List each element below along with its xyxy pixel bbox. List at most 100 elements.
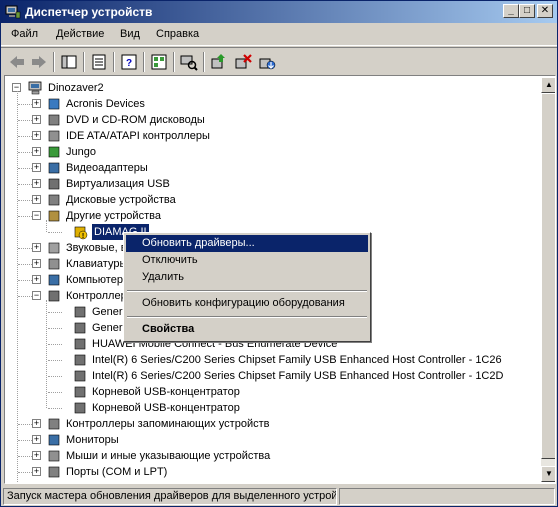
expand-icon[interactable]: + [32, 275, 41, 284]
tree-category-item[interactable]: + IDE ATA/ATAPI контроллеры [6, 128, 536, 144]
tree-category-item[interactable]: + DVD и CD-ROM дисководы [6, 112, 536, 128]
tree-child-item[interactable]: Корневой USB-концентратор [6, 384, 536, 400]
vertical-scrollbar[interactable]: ▲ ▼ [541, 77, 555, 482]
tree-item-label: Дисковые устройства [66, 194, 176, 206]
scan-hardware-icon[interactable] [179, 52, 199, 72]
toolbar-separator [143, 52, 145, 72]
expand-icon[interactable]: + [32, 163, 41, 172]
tree-category-item[interactable]: + Мыши и иные указывающие устройства [6, 448, 536, 464]
update-drivers-menu-item[interactable]: Обновить драйверы... [126, 235, 368, 252]
expand-icon[interactable]: + [32, 435, 41, 444]
tree-item-label: Компьютер [66, 274, 123, 286]
device-category-icon [48, 194, 60, 206]
tree-line [48, 376, 62, 377]
menu-action[interactable]: Действие [56, 28, 104, 40]
scan-hardware-menu-item[interactable]: Обновить конфигурацию оборудования [126, 295, 368, 312]
close-button[interactable]: ✕ [537, 4, 553, 18]
uninstall-menu-item[interactable]: Удалить [126, 269, 368, 286]
tree-line [48, 344, 62, 345]
uninstall-icon[interactable] [233, 52, 253, 72]
maximize-button[interactable]: □ [519, 4, 535, 18]
tree-category-item[interactable]: + Acronis Devices [6, 96, 536, 112]
collapse-icon[interactable]: − [32, 291, 41, 300]
properties-menu-item[interactable]: Свойства [126, 321, 368, 338]
tree-category-item[interactable]: + Видеоадаптеры [6, 160, 536, 176]
expand-icon[interactable]: + [32, 467, 41, 476]
tree-item-label: Клавиатуры [66, 258, 128, 270]
tree-child-item[interactable]: Intel(R) 6 Series/C200 Series Chipset Fa… [6, 368, 536, 384]
device-category-icon [48, 98, 60, 110]
tree-line [18, 200, 32, 201]
tree-line [18, 424, 32, 425]
view-icon[interactable] [149, 52, 169, 72]
menu-view[interactable]: Вид [120, 28, 140, 40]
expand-icon[interactable]: + [32, 147, 41, 156]
device-category-icon [48, 114, 60, 126]
tree-line [18, 104, 32, 105]
tree-line [46, 300, 47, 408]
help-icon[interactable]: ? [119, 52, 139, 72]
window-title: Диспетчер устройств [25, 5, 153, 19]
device-category-icon [48, 434, 60, 446]
tree-line [18, 440, 32, 441]
expand-icon[interactable]: + [32, 115, 41, 124]
tree-line [18, 120, 32, 121]
expand-icon[interactable]: + [32, 451, 41, 460]
device-category-icon [48, 146, 60, 158]
disable-menu-item[interactable]: Отключить [126, 252, 368, 269]
expand-icon[interactable]: + [32, 179, 41, 188]
expand-icon[interactable]: + [32, 419, 41, 428]
scroll-up-icon[interactable]: ▲ [541, 77, 555, 93]
device-category-icon [48, 130, 60, 142]
menu-help[interactable]: Справка [156, 28, 199, 40]
expand-icon[interactable]: + [32, 243, 41, 252]
forward-arrow-icon[interactable] [29, 52, 49, 72]
back-arrow-icon[interactable] [7, 52, 27, 72]
tree-category-item[interactable]: + Виртуализация USB [6, 176, 536, 192]
title-bar[interactable]: Диспетчер устройств _ □ ✕ [1, 1, 557, 23]
tree-child-item[interactable]: Intel(R) 6 Series/C200 Series Chipset Fa… [6, 352, 536, 368]
tree-root-label: Dinozaver2 [48, 82, 104, 94]
device-icon [74, 354, 86, 366]
tree-item-label: Контроллеры запоминающих устройств [66, 418, 270, 430]
tree-category-item[interactable]: + Мониторы [6, 432, 536, 448]
tree-category-item[interactable]: − Другие устройства [6, 208, 536, 224]
tree-item-label: DVD и CD-ROM дисководы [66, 114, 205, 126]
tree-line [18, 456, 32, 457]
expand-icon[interactable]: + [32, 259, 41, 268]
tree-category-item[interactable]: + Контроллеры запоминающих устройств [6, 416, 536, 432]
device-category-icon [48, 450, 60, 462]
device-category-icon [48, 418, 60, 430]
tree-category-item[interactable]: + Порты (COM и LPT) [6, 464, 536, 480]
computer-icon [28, 81, 42, 95]
tree-line [48, 408, 62, 409]
scroll-thumb[interactable] [541, 93, 555, 459]
scroll-down-icon[interactable]: ▼ [541, 466, 555, 482]
toolbar-separator [53, 52, 55, 72]
menu-bar: Файл Действие Вид Справка [1, 24, 557, 46]
collapse-icon[interactable]: − [32, 211, 41, 220]
tree-item-label: Виртуализация USB [66, 178, 170, 190]
menu-file[interactable]: Файл [11, 28, 38, 40]
minimize-button[interactable]: _ [503, 4, 519, 18]
tree-child-item[interactable]: Корневой USB-концентратор [6, 400, 536, 416]
disable-icon[interactable] [257, 52, 277, 72]
tree-line [48, 392, 62, 393]
device-category-icon [48, 178, 60, 190]
tree-item-label: Jungo [66, 146, 96, 158]
tree-line [48, 312, 62, 313]
expand-icon[interactable]: + [32, 131, 41, 140]
tree-category-item[interactable]: + Дисковые устройства [6, 192, 536, 208]
tree-line [18, 136, 32, 137]
tree-category-item[interactable]: + Jungo [6, 144, 536, 160]
toolbar-separator [173, 52, 175, 72]
expand-icon[interactable]: + [32, 99, 41, 108]
show-hide-tree-icon[interactable] [59, 52, 79, 72]
update-driver-icon[interactable] [209, 52, 229, 72]
properties-icon[interactable] [89, 52, 109, 72]
expand-icon[interactable]: + [32, 195, 41, 204]
tree-item-label: Порты (COM и LPT) [66, 466, 168, 478]
status-bar: Запуск мастера обновления драйверов для … [1, 486, 557, 506]
tree-root[interactable]: − Dinozaver2 [6, 80, 206, 96]
tree-line [48, 232, 62, 233]
